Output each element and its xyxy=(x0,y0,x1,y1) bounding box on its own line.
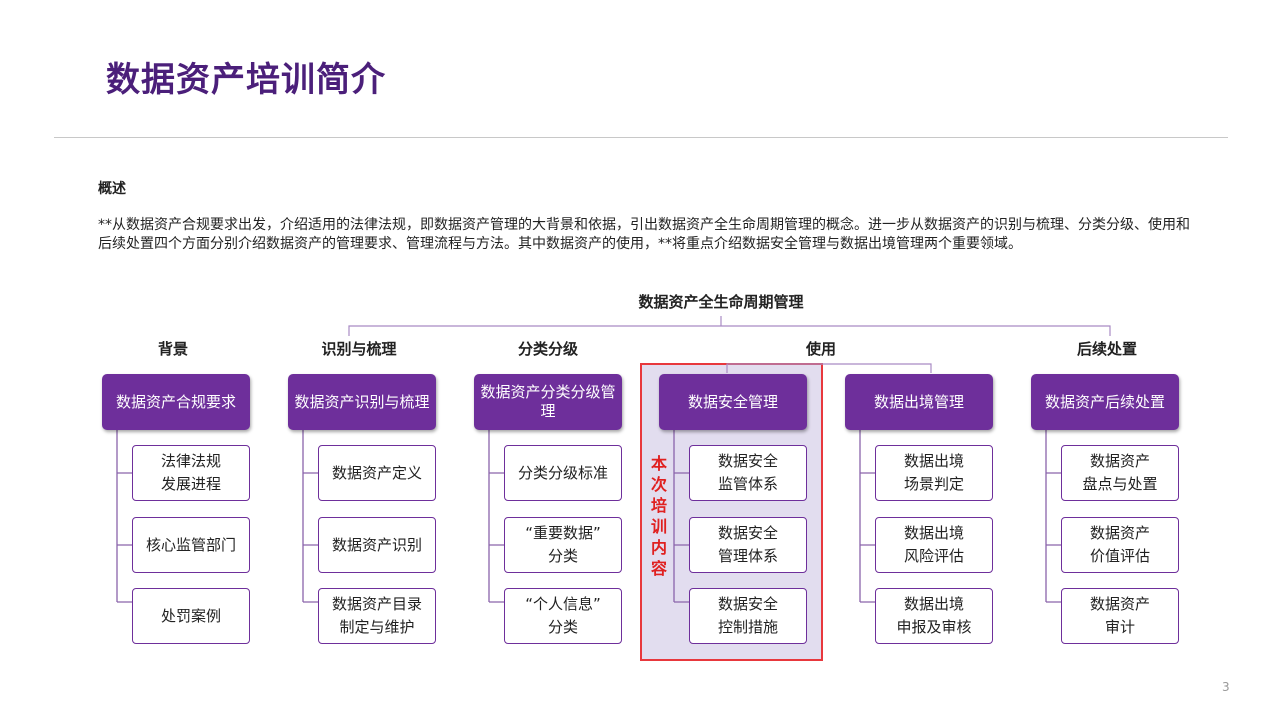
column-label-background: 背景 xyxy=(157,340,188,358)
sub-box: “个人信息” 分类 xyxy=(504,588,622,644)
tree-col-6 xyxy=(1045,430,1061,603)
column-label-identification: 识别与梳理 xyxy=(321,340,397,358)
tree-col-5 xyxy=(859,430,875,603)
sub-box: 数据出境 申报及审核 xyxy=(875,588,993,644)
sub-box: 数据资产定义 xyxy=(318,445,436,501)
head-box-classification: 数据资产分类分级管理 xyxy=(474,374,622,430)
head-box-cross-border: 数据出境管理 xyxy=(845,374,993,430)
column-label-usage: 使用 xyxy=(805,340,836,358)
sub-box: 数据资产 价值评估 xyxy=(1061,517,1179,573)
sub-box: 数据出境 风险评估 xyxy=(875,517,993,573)
sub-box: 数据安全 控制措施 xyxy=(689,588,807,644)
sub-box: 数据安全 监管体系 xyxy=(689,445,807,501)
tree-col-2 xyxy=(302,430,318,603)
sub-box: 数据资产识别 xyxy=(318,517,436,573)
sub-box: 数据资产目录 制定与维护 xyxy=(318,588,436,644)
head-box-compliance: 数据资产合规要求 xyxy=(102,374,250,430)
tree-col-1 xyxy=(116,430,132,603)
sub-box: 数据资产 审计 xyxy=(1061,588,1179,644)
head-box-disposal: 数据资产后续处置 xyxy=(1031,374,1179,430)
sub-box: 数据安全 管理体系 xyxy=(689,517,807,573)
head-box-identification: 数据资产识别与梳理 xyxy=(288,374,436,430)
lifecycle-title: 数据资产全生命周期管理 xyxy=(638,293,804,311)
sub-box: “重要数据” 分类 xyxy=(504,517,622,573)
column-label-disposal: 后续处置 xyxy=(1076,340,1137,358)
sub-box: 核心监管部门 xyxy=(132,517,250,573)
usage-bracket xyxy=(726,363,932,373)
lifecycle-bracket xyxy=(348,316,1111,336)
head-box-security: 数据安全管理 xyxy=(659,374,807,430)
page-number: 3 xyxy=(1222,680,1230,694)
sub-box: 法律法规 发展进程 xyxy=(132,445,250,501)
column-label-classification: 分类分级 xyxy=(517,340,578,358)
sub-box: 分类分级标准 xyxy=(504,445,622,501)
tree-col-3 xyxy=(488,430,504,603)
sub-box: 处罚案例 xyxy=(132,588,250,644)
sub-box: 数据出境 场景判定 xyxy=(875,445,993,501)
tree-col-4 xyxy=(673,430,689,603)
sub-box: 数据资产 盘点与处置 xyxy=(1061,445,1179,501)
